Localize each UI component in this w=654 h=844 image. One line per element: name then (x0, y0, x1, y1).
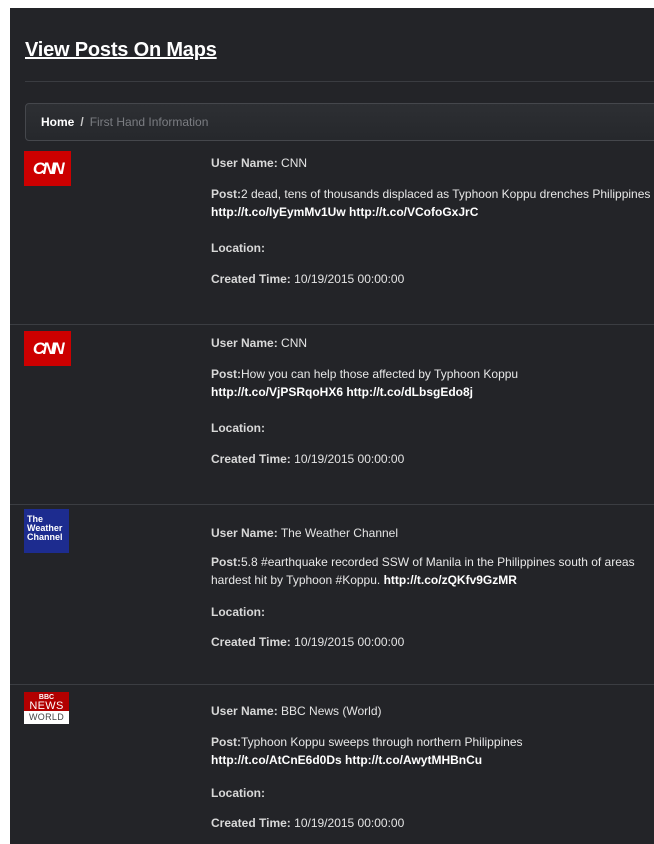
weather-channel-logo-icon: The Weather Channel (24, 509, 69, 553)
post-row: Post:Typhoon Koppu sweeps through northe… (211, 733, 654, 769)
breadcrumb: Home / First Hand Information (25, 103, 654, 141)
title-divider (25, 81, 654, 82)
created-time-label: Created Time: (211, 816, 291, 830)
cnn-logo-icon: CNN (24, 331, 71, 366)
post-row: Post:2 dead, tens of thousands displaced… (211, 185, 654, 221)
post-link[interactable]: http://t.co/AwytMHBnCu (345, 753, 482, 767)
post-label: Post: (211, 735, 241, 749)
breadcrumb-current: First Hand Information (89, 115, 209, 129)
location-label: Location: (211, 605, 265, 619)
post-label: Post: (211, 555, 241, 569)
location-label: Location: (211, 241, 265, 255)
user-name-row: User Name: The Weather Channel (211, 526, 398, 540)
post-link[interactable]: http://t.co/IyEymMv1Uw (211, 205, 346, 219)
post-link[interactable]: http://t.co/zQKfv9GzMR (384, 573, 517, 587)
user-name-value: BBC News (World) (281, 704, 382, 718)
post-link[interactable]: http://t.co/AtCnE6d0Ds (211, 753, 342, 767)
post-item: CNN User Name: CNN Post:2 dead, tens of … (10, 145, 654, 325)
user-name-value: CNN (281, 156, 308, 170)
location-row: Location: (211, 605, 265, 619)
user-name-label: User Name: (211, 336, 278, 350)
location-label: Location: (211, 786, 265, 800)
breadcrumb-separator: / (80, 115, 84, 129)
location-row: Location: (211, 241, 265, 255)
user-name-row: User Name: CNN (211, 336, 307, 350)
cnn-logo-icon: CNN (24, 151, 71, 186)
user-name-value: The Weather Channel (280, 526, 399, 540)
user-name-row: User Name: CNN (211, 156, 307, 170)
post-item: BBC NEWS WORLD User Name: BBC News (Worl… (10, 685, 654, 844)
post-item: CNN User Name: CNN Post:How you can help… (10, 325, 654, 505)
user-name-label: User Name: (211, 526, 278, 540)
bbc-news-world-logo-icon: BBC NEWS WORLD (24, 692, 69, 726)
page-title-link[interactable]: View Posts On Maps (25, 39, 217, 62)
post-link[interactable]: http://t.co/dLbsgEdo8j (346, 385, 473, 399)
user-name-label: User Name: (211, 156, 278, 170)
created-time-row: Created Time: 10/19/2015 00:00:00 (211, 452, 404, 466)
created-time-value: 10/19/2015 00:00:00 (294, 452, 405, 466)
post-text: How you can help those affected by Typho… (241, 367, 519, 381)
created-time-label: Created Time: (211, 635, 291, 649)
location-row: Location: (211, 786, 265, 800)
post-text: 2 dead, tens of thousands displaced as T… (241, 187, 651, 201)
created-time-row: Created Time: 10/19/2015 00:00:00 (211, 272, 404, 286)
breadcrumb-home-link[interactable]: Home (41, 115, 74, 129)
created-time-value: 10/19/2015 00:00:00 (294, 816, 405, 830)
post-row: Post:5.8 #earthquake recorded SSW of Man… (211, 553, 654, 589)
world-logo-text: WORLD (24, 711, 69, 724)
weather-logo-line: Channel (27, 532, 63, 542)
post-item: The Weather Channel User Name: The Weath… (10, 505, 654, 685)
page-container: View Posts On Maps Home / First Hand Inf… (10, 8, 654, 844)
post-row: Post:How you can help those affected by … (211, 365, 654, 401)
user-name-row: User Name: BBC News (World) (211, 704, 382, 718)
created-time-row: Created Time: 10/19/2015 00:00:00 (211, 635, 404, 649)
location-label: Location: (211, 421, 265, 435)
created-time-value: 10/19/2015 00:00:00 (294, 635, 405, 649)
post-label: Post: (211, 367, 241, 381)
created-time-label: Created Time: (211, 272, 291, 286)
created-time-label: Created Time: (211, 452, 291, 466)
user-name-value: CNN (281, 336, 308, 350)
created-time-value: 10/19/2015 00:00:00 (294, 272, 405, 286)
post-text: Typhoon Koppu sweeps through northern Ph… (241, 735, 523, 749)
user-name-label: User Name: (211, 704, 278, 718)
post-label: Post: (211, 187, 241, 201)
created-time-row: Created Time: 10/19/2015 00:00:00 (211, 816, 404, 830)
location-row: Location: (211, 421, 265, 435)
post-link[interactable]: http://t.co/VCofoGxJrC (349, 205, 478, 219)
post-link[interactable]: http://t.co/VjPSRqoHX6 (211, 385, 343, 399)
bbc-logo-top: BBC NEWS (24, 692, 69, 712)
